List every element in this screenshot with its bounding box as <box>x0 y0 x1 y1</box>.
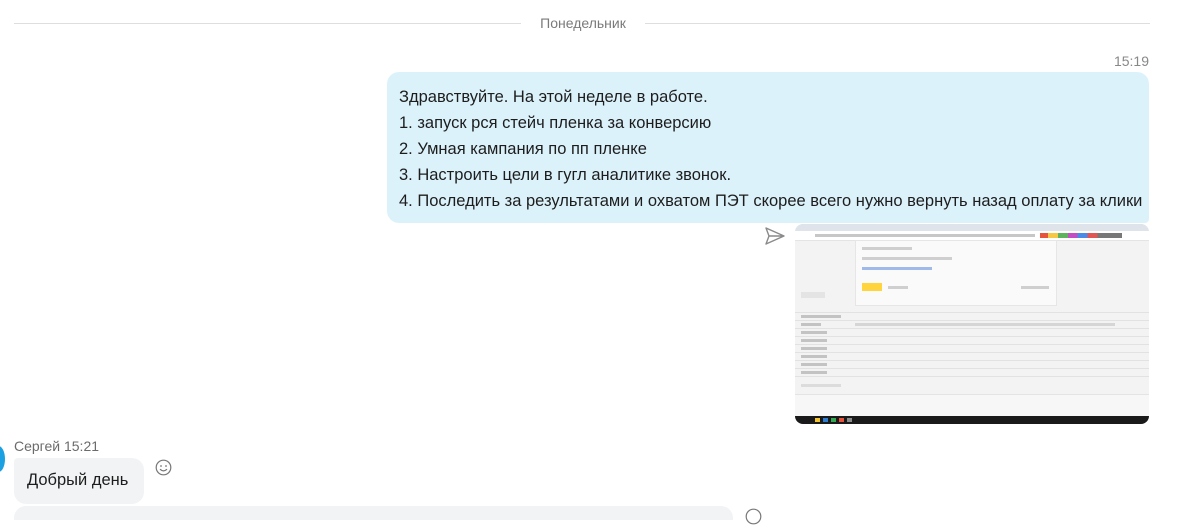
message-line: 3. Настроить цели в гугл аналитике звоно… <box>399 166 732 184</box>
message-line: 1. запуск рся стейч пленка за конверсию <box>399 114 712 132</box>
outgoing-timestamp: 15:19 <box>1113 53 1149 69</box>
avatar[interactable] <box>0 446 5 472</box>
taskbar <box>795 416 1149 424</box>
incoming-message-bubble-partial[interactable] <box>14 506 733 520</box>
smile-icon[interactable] <box>745 508 762 525</box>
smile-icon[interactable] <box>155 459 172 476</box>
day-divider-left <box>14 23 521 24</box>
report-panel <box>855 240 1057 306</box>
sent-icon <box>765 227 785 245</box>
day-separator-label: Понедельник <box>540 15 626 31</box>
message-line: 4. Последить за результатами и охватом П… <box>399 192 1143 210</box>
browser-tabs <box>795 224 1149 231</box>
message-text: Добрый день <box>27 471 129 489</box>
incoming-message-bubble[interactable]: Добрый день <box>14 458 144 504</box>
day-divider-right <box>645 23 1150 24</box>
incoming-timestamp: 15:21 <box>63 438 100 454</box>
screenshot-image[interactable] <box>795 224 1149 424</box>
message-line: Здравствуйте. На этой неделе в работе. <box>399 88 708 106</box>
message-line: 2. Умная кампания по пп пленке <box>399 140 647 158</box>
outgoing-message-bubble[interactable]: Здравствуйте. На этой неделе в работе. 1… <box>387 72 1149 223</box>
report-footer <box>795 394 1149 417</box>
incoming-sender-line: Сергей 15:21 <box>14 438 99 454</box>
sender-name: Сергей <box>14 438 61 454</box>
